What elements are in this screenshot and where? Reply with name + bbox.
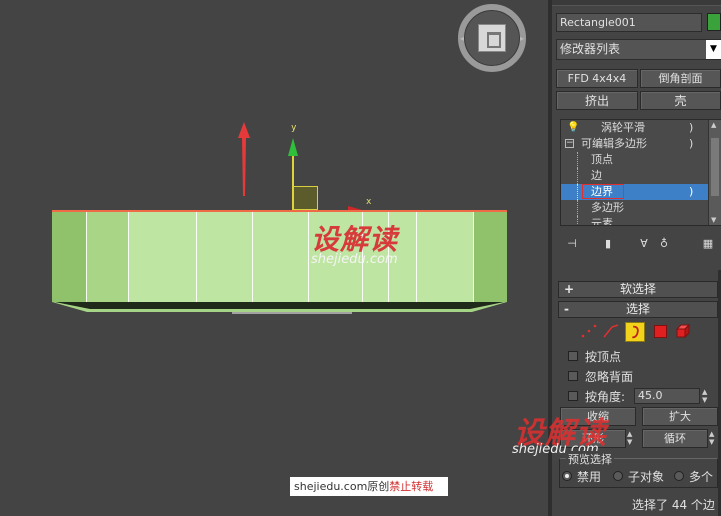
stack-item-label: 多边形 [591,201,624,214]
preview-subobject-label: 子对象 [628,470,665,484]
chevron-down-icon[interactable]: ▼ [706,40,721,59]
stack-item-element[interactable]: 元素 [561,216,709,226]
modifier-list-label: 修改器列表 [560,42,621,56]
polygon-level-icon[interactable] [654,325,667,338]
show-end-result-icon[interactable]: ▮ [600,236,616,252]
watermark-url: shejiedu.com [311,252,398,267]
stack-item-label: 元素 [591,217,613,226]
panel-tab-strip[interactable] [552,0,721,6]
shell-button[interactable]: 壳 [640,91,721,110]
element-level-icon[interactable] [674,323,692,339]
by-angle-checkbox[interactable] [568,391,578,401]
modifier-stack-list[interactable]: 💡 涡轮平滑 − 可编辑多边形 顶点 边 边界 多边形 元素 ) )) ▲ ▼ [560,119,721,226]
pin-icon[interactable]: ) [689,137,693,150]
box-left-bevel-face [86,212,128,302]
pin-icon[interactable]: ) [689,185,693,198]
expand-icon[interactable]: + [564,282,574,297]
edge-level-icon[interactable] [602,323,620,339]
grow-button[interactable]: 扩大 [642,407,718,426]
up-arrow-icon [238,122,250,196]
rollout-title: 软选择 [619,282,656,296]
stack-item-label: 边界 [591,185,613,198]
preview-disable-radio[interactable] [562,471,572,481]
preview-subobject-radio[interactable] [613,471,623,481]
modifier-stack-toolbar: ⊣ ▮ ∀ ♁ ▦ [560,236,720,254]
gizmo-x-label: x [366,197,372,207]
rollout-title: 选择 [625,302,650,316]
ignore-backfacing-label: 忽略背面 [585,370,634,384]
by-angle-label: 按角度: [585,390,626,404]
configure-sets-icon[interactable]: ▦ [700,236,716,252]
selection-status-text: 选择了 44 个边 [632,498,715,512]
box-right-face [473,212,507,302]
vertex-level-icon[interactable] [580,323,598,339]
ignore-backfacing-checkbox[interactable] [568,371,578,381]
viewcube-west-mark: ◂ [460,34,465,43]
selection-rollout[interactable]: - 选择 [558,301,718,318]
make-unique-icon[interactable]: ∀ [636,236,652,252]
viewcube-top-face[interactable] [478,24,506,52]
loop-button[interactable]: 循环 [642,429,708,448]
bevel-profile-button[interactable]: 倒角剖面 [640,69,721,88]
stack-item-label: 可编辑多边形 [581,137,647,150]
remove-modifier-icon[interactable]: ♁ [656,236,672,252]
loop-spinner-icon[interactable]: ▲ ▼ [709,430,714,446]
scroll-down-icon[interactable]: ▼ [711,216,716,224]
stack-item-border[interactable]: 边界 [561,184,709,200]
extrude-button[interactable]: 挤出 [556,91,638,110]
scroll-thumb[interactable] [711,138,719,196]
collapse-icon[interactable]: − [565,139,574,148]
by-vertex-label: 按顶点 [585,350,622,364]
gizmo-y-arrow-icon[interactable] [288,138,298,156]
stack-item-label: 顶点 [591,153,613,166]
modifier-list-dropdown[interactable]: 修改器列表 [556,39,721,60]
box-left-face [52,212,86,302]
scroll-up-icon[interactable]: ▲ [711,121,716,129]
preview-selection-label: 预览选择 [566,451,614,467]
stack-item-edge[interactable]: 边 [561,168,709,184]
stack-item-turbosmooth[interactable]: 💡 涡轮平滑 [561,120,709,136]
collapse-icon[interactable]: - [564,302,569,317]
preview-multi-radio[interactable] [674,471,684,481]
lightbulb-icon[interactable]: 💡 [567,120,579,136]
copyright-warning: 禁止转载 [389,480,434,493]
viewcube-east-mark: ▸ [519,34,524,43]
preview-disable-label: 禁用 [577,470,602,484]
pin-icon[interactable]: ) [689,121,693,134]
viewcube[interactable]: ◂ ▸ [458,4,526,72]
angle-value-input[interactable]: 45.0 [634,388,700,404]
perspective-viewport[interactable]: ◂ ▸ 上 y x 设解读 shejiedu.com shejie [0,0,548,516]
object-color-swatch[interactable] [707,13,721,31]
stack-item-label: 涡轮平滑 [601,121,645,134]
preview-multi-label: 多个 [689,470,714,484]
border-level-icon [632,325,639,339]
copyright-site: shejiedu.com原创 [294,480,390,493]
ffd-modifier-button[interactable]: FFD 4x4x4 [556,69,638,88]
stack-item-label: 边 [591,169,602,182]
by-vertex-checkbox[interactable] [568,351,578,361]
gizmo-xy-plane[interactable] [294,186,318,210]
ring-spinner-icon[interactable]: ▲ ▼ [627,430,632,446]
angle-spinner-icon[interactable]: ▲ ▼ [702,388,707,404]
box-bottom-edge [52,302,507,314]
extruded-box-object[interactable] [52,210,507,302]
soft-selection-rollout[interactable]: + 软选择 [558,281,718,298]
object-name-field[interactable]: Rectangle001 [556,13,702,32]
pin-stack-icon[interactable]: ⊣ [564,236,580,252]
gizmo-y-label: y [291,123,297,133]
stack-item-editable-poly[interactable]: − 可编辑多边形 [561,136,709,152]
border-level-button[interactable] [625,322,645,342]
stack-item-polygon[interactable]: 多边形 [561,200,709,216]
stack-item-vertex[interactable]: 顶点 [561,152,709,168]
copyright-notice: shejiedu.com原创禁止转载 [290,477,448,496]
stack-scrollbar[interactable]: ▲ ▼ [708,120,721,225]
modify-command-panel: Rectangle001 修改器列表 ▼ FFD 4x4x4 倒角剖面 挤出 壳… [512,0,721,516]
